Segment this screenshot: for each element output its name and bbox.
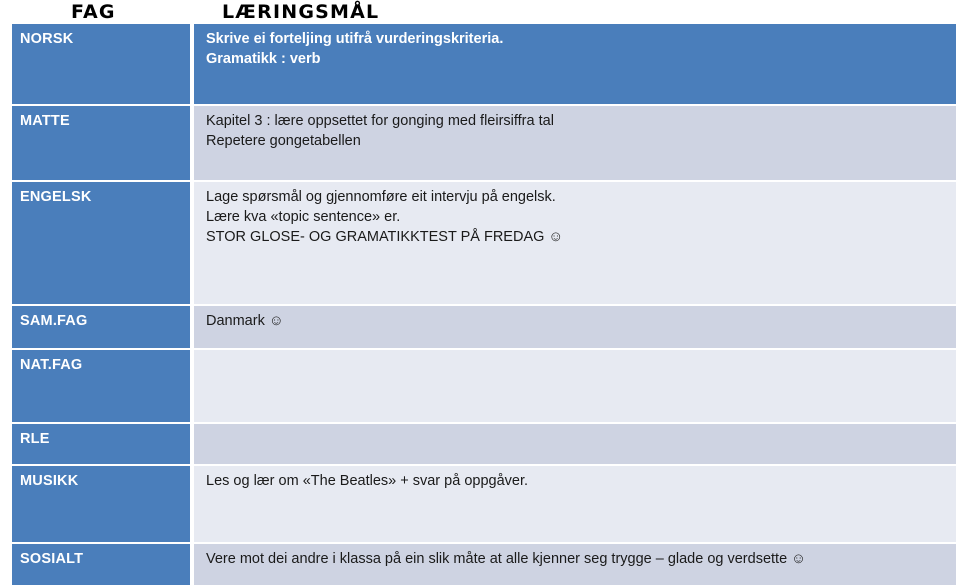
goal-text: Vere mot dei andre i klassa på ein slik … bbox=[206, 549, 950, 569]
subject-cell: MUSIKK bbox=[12, 466, 192, 544]
subject-label: SAM.FAG bbox=[20, 313, 88, 329]
goal-cell bbox=[194, 424, 956, 466]
goal-cell: Vere mot dei andre i klassa på ein slik … bbox=[194, 544, 956, 587]
goal-line: Lære kva «topic sentence» er. bbox=[206, 209, 401, 225]
subject-cell: SAM.FAG bbox=[12, 306, 192, 350]
subject-label: MUSIKK bbox=[20, 473, 79, 489]
subject-cell: RLE bbox=[12, 424, 192, 466]
table-row: MATTE Kapitel 3 : lære oppsettet for gong… bbox=[12, 106, 956, 182]
heading-subject-column: FAG bbox=[71, 1, 116, 23]
table-row: SAM.FAG Danmark ☺ bbox=[12, 306, 956, 350]
goal-text: Kapitel 3 : lære oppsettet for gonging m… bbox=[206, 111, 950, 151]
goal-line: Les og lær om «The Beatles» + svar på op… bbox=[206, 473, 529, 489]
goal-text: Les og lær om «The Beatles» + svar på op… bbox=[206, 471, 950, 491]
table-row: MUSIKK Les og lær om «The Beatles» + svar… bbox=[12, 466, 956, 544]
subject-cell: MATTE bbox=[12, 106, 192, 182]
subject-label: NAT.FAG bbox=[20, 357, 83, 373]
goal-line: STOR GLOSE- OG GRAMATIKKTEST PÅ FREDAG ☺ bbox=[206, 229, 564, 245]
table-row: RLE bbox=[12, 424, 956, 466]
subject-label: SOSIALT bbox=[20, 551, 84, 567]
subject-label: NORSK bbox=[20, 31, 74, 47]
subject-cell: NORSK bbox=[12, 24, 192, 106]
goal-line: Kapitel 3 : lære oppsettet for gonging m… bbox=[206, 113, 554, 129]
goal-cell: Danmark ☺ bbox=[194, 306, 956, 350]
table-row: SOSIALT Vere mot dei andre i klassa på ei… bbox=[12, 544, 956, 587]
subject-label: RLE bbox=[20, 431, 50, 447]
goal-cell: Skrive ei forteljing utifrå vurderingskr… bbox=[194, 24, 956, 106]
table-row: ENGELSK Lage spørsmål og gjennomføre eit … bbox=[12, 182, 956, 306]
goal-cell bbox=[194, 350, 956, 424]
goal-line: Skrive ei forteljing utifrå vurderingskr… bbox=[206, 31, 504, 47]
goal-cell: Les og lær om «The Beatles» + svar på op… bbox=[194, 466, 956, 544]
subject-label: ENGELSK bbox=[20, 189, 92, 205]
goal-line: Repetere gongetabellen bbox=[206, 133, 361, 149]
goal-text: Skrive ei forteljing utifrå vurderingskr… bbox=[206, 29, 950, 69]
goal-line: Danmark ☺ bbox=[206, 313, 284, 329]
heading-goal-column: LÆRINGSMÅL bbox=[222, 1, 380, 23]
subject-cell: ENGELSK bbox=[12, 182, 192, 306]
column-headings: FAG LÆRINGSMÅL bbox=[0, 0, 960, 24]
goal-text: Lage spørsmål og gjennomføre eit intervj… bbox=[206, 187, 950, 247]
table-row: NORSK Skrive ei forteljing utifrå vurderi… bbox=[12, 24, 956, 106]
goal-line: Vere mot dei andre i klassa på ein slik … bbox=[206, 551, 806, 567]
goal-cell: Kapitel 3 : lære oppsettet for gonging m… bbox=[194, 106, 956, 182]
slide-canvas: FAG LÆRINGSMÅL NORSK Skrive ei forteljing… bbox=[0, 0, 960, 587]
subject-label: MATTE bbox=[20, 113, 70, 129]
goal-cell: Lage spørsmål og gjennomføre eit intervj… bbox=[194, 182, 956, 306]
subject-cell: NAT.FAG bbox=[12, 350, 192, 424]
goal-line: Gramatikk : verb bbox=[206, 51, 321, 67]
goal-line: Lage spørsmål og gjennomføre eit intervj… bbox=[206, 189, 556, 205]
goal-text: Danmark ☺ bbox=[206, 311, 950, 331]
table-row: NAT.FAG bbox=[12, 350, 956, 424]
subject-cell: SOSIALT bbox=[12, 544, 192, 587]
